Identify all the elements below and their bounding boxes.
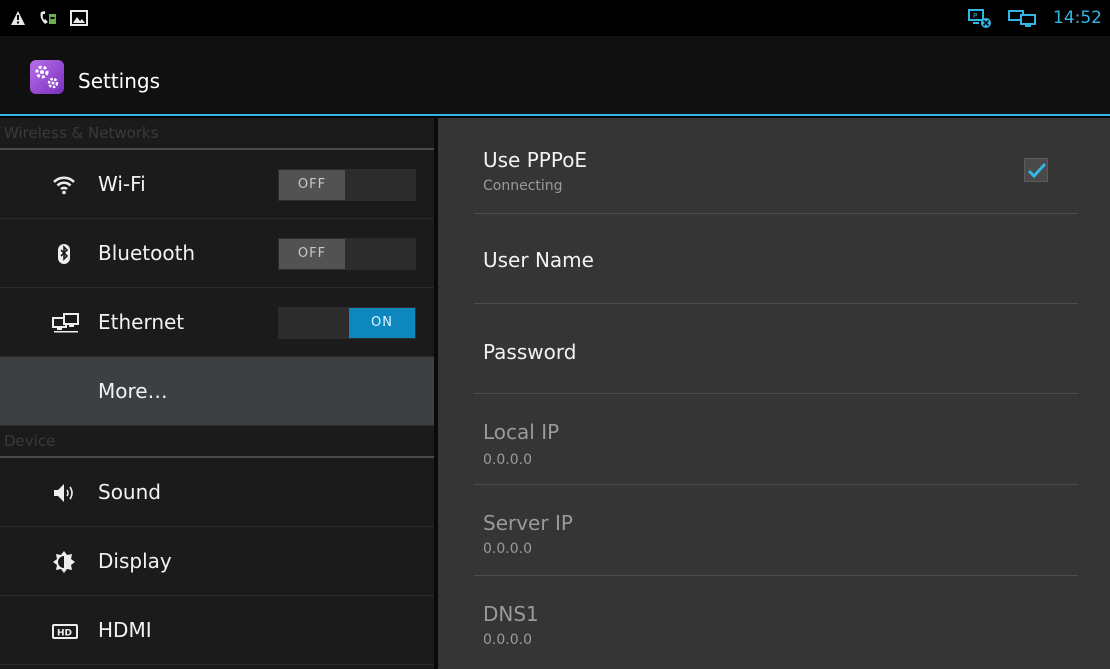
use-pppoe-row[interactable]: Use PPPoE Connecting (474, 118, 1078, 214)
use-pppoe-title: Use PPPoE (483, 148, 588, 172)
wifi-toggle[interactable]: OFF (278, 169, 416, 201)
status-left-icons (10, 8, 88, 28)
status-clock: 14:52 (1053, 8, 1102, 28)
dns1-title: DNS1 (483, 602, 539, 626)
phone-call-icon (38, 9, 58, 27)
ethernet-icon (52, 312, 79, 334)
server-ip-title: Server IP (483, 511, 573, 535)
hdmi-icon: HD (52, 620, 78, 642)
password-title: Password (483, 340, 577, 364)
local-ip-title: Local IP (483, 420, 560, 444)
toggle-state: OFF (279, 239, 345, 269)
section-header-device: Device (0, 426, 434, 458)
network-computers-icon (1007, 7, 1039, 29)
password-row[interactable]: Password (474, 304, 1078, 394)
svg-text:P: P (973, 12, 977, 20)
sidebar-item-label: HDMI (98, 618, 152, 642)
dns1-row: DNS1 0.0.0.0 (474, 576, 1078, 669)
local-ip-row: Local IP 0.0.0.0 (474, 394, 1078, 485)
sidebar-item-display[interactable]: Display (0, 527, 434, 596)
sidebar-item-label: Ethernet (98, 310, 185, 334)
sidebar-item-wifi[interactable]: Wi-Fi OFF (0, 150, 434, 219)
image-icon (70, 10, 88, 26)
bluetooth-toggle[interactable]: OFF (278, 238, 416, 270)
sidebar-item-label: Sound (98, 480, 161, 504)
checkmark-icon (1027, 162, 1047, 179)
sidebar-item-label: Bluetooth (98, 241, 196, 265)
status-bar: P 14:52 (0, 0, 1110, 36)
dns1-value: 0.0.0.0 (483, 632, 532, 648)
settings-app-icon[interactable] (30, 60, 64, 94)
user-name-title: User Name (483, 248, 594, 272)
sidebar-item-label: Wi-Fi (98, 172, 146, 196)
page-title: Settings (78, 69, 161, 93)
sidebar-item-bluetooth[interactable]: Bluetooth OFF (0, 219, 434, 288)
local-ip-value: 0.0.0.0 (483, 452, 532, 468)
use-pppoe-checkbox[interactable] (1024, 158, 1048, 182)
speaker-icon (52, 482, 76, 504)
sidebar-item-label: More… (98, 379, 168, 403)
user-name-row[interactable]: User Name (474, 214, 1078, 304)
sidebar-item-ethernet[interactable]: Ethernet ON (0, 288, 434, 357)
settings-sidebar: Wireless & Networks Wi-Fi OFF Bluetooth … (0, 118, 434, 669)
status-right-icons: P 14:52 (967, 6, 1102, 30)
sidebar-item-sound[interactable]: Sound (0, 458, 434, 527)
sidebar-item-more[interactable]: More… (0, 357, 434, 426)
svg-text:HD: HD (57, 629, 72, 639)
brightness-icon (52, 551, 76, 573)
use-pppoe-summary: Connecting (483, 178, 563, 194)
wifi-icon (52, 174, 76, 196)
section-header-wireless: Wireless & Networks (0, 118, 434, 150)
action-bar: Settings (0, 36, 1110, 116)
bluetooth-icon (52, 243, 76, 265)
ethernet-toggle[interactable]: ON (278, 307, 416, 339)
server-ip-row: Server IP 0.0.0.0 (474, 485, 1078, 576)
warning-icon (10, 10, 26, 26)
pppoe-settings-panel: Use PPPoE Connecting User Name Password … (438, 118, 1110, 669)
toggle-state: ON (349, 308, 415, 338)
sidebar-item-hdmi[interactable]: HD HDMI (0, 596, 434, 665)
server-ip-value: 0.0.0.0 (483, 541, 532, 557)
ethernet-disconnected-icon: P (967, 7, 993, 29)
sidebar-item-label: Display (98, 549, 172, 573)
toggle-state: OFF (279, 170, 345, 200)
